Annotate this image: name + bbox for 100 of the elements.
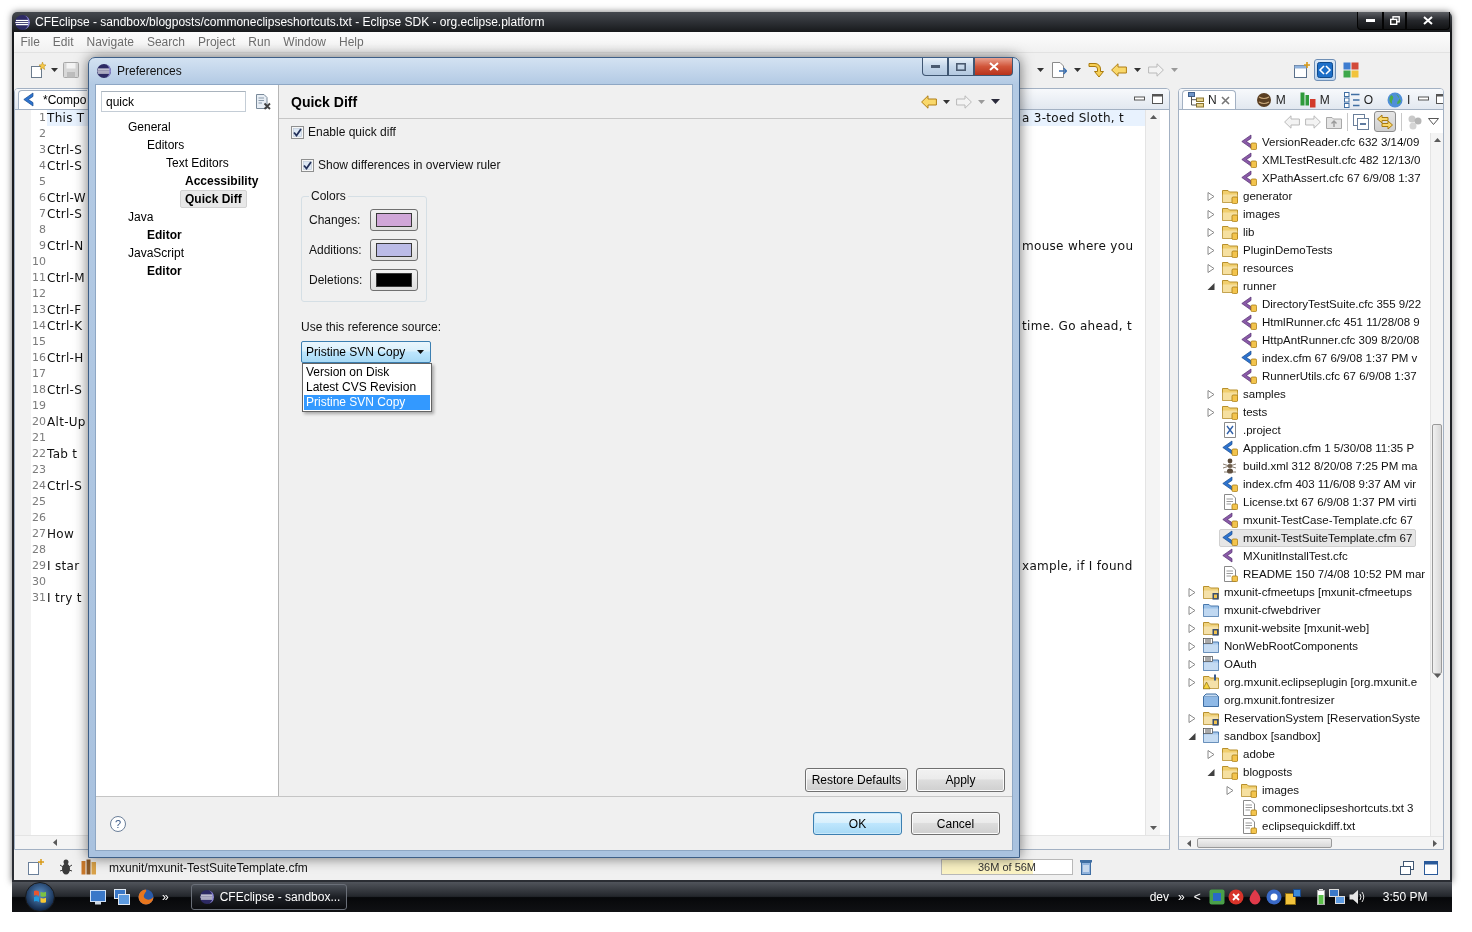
caret-icon[interactable] xyxy=(1134,67,1141,72)
tree-item[interactable]: eclipsequickdiff.txt xyxy=(1238,817,1360,835)
help-button[interactable]: ? xyxy=(110,815,126,832)
view-tab[interactable]: O xyxy=(1337,90,1379,109)
minimize-icon[interactable] xyxy=(1418,94,1430,102)
menu-item[interactable]: Project xyxy=(191,35,242,49)
tree-item[interactable]: resources xyxy=(1219,259,1298,277)
error-circle-icon[interactable] xyxy=(1227,889,1244,905)
toolbar-label[interactable]: dev xyxy=(1149,890,1170,904)
expand-triangle-icon[interactable] xyxy=(1207,767,1215,777)
link-toggle[interactable] xyxy=(1374,111,1396,132)
menu-item[interactable]: Search xyxy=(140,35,192,49)
tree-item[interactable]: Application.cfm 1 5/30/08 11:35 P xyxy=(1219,439,1419,457)
view-tab[interactable]: M xyxy=(1293,90,1336,109)
tree-item[interactable]: Editor xyxy=(142,226,187,244)
tree-item[interactable]: HtmlRunner.cfc 451 11/28/08 9 xyxy=(1238,313,1424,331)
caret-icon[interactable] xyxy=(943,99,950,104)
windows-stack-icon[interactable] xyxy=(114,889,130,905)
scroll-up-icon[interactable] xyxy=(1433,138,1441,142)
page-arrow-icon[interactable] xyxy=(1051,61,1067,78)
dialog-button[interactable]: OK xyxy=(813,812,902,835)
menu-item[interactable]: Edit xyxy=(46,35,81,49)
color-button[interactable] xyxy=(370,239,418,261)
volume-icon[interactable] xyxy=(1348,889,1365,905)
show-hidden-icons[interactable]: < xyxy=(1193,890,1201,904)
close-button[interactable] xyxy=(1406,12,1450,30)
tree-item[interactable]: Editors xyxy=(142,136,190,154)
tree-item[interactable]: JavaScript xyxy=(123,244,190,262)
back-arrow-icon[interactable] xyxy=(1111,62,1127,77)
tree-item[interactable]: org.mxunit.eclipseplugin [org.mxunit.e xyxy=(1200,673,1422,691)
tree-item[interactable]: MXunitInstallTest.cfc xyxy=(1219,547,1352,565)
scroll-down-icon[interactable] xyxy=(1149,826,1157,830)
clear-filter-icon[interactable] xyxy=(255,93,271,110)
view-menu-icon[interactable] xyxy=(1428,118,1439,125)
close-icon[interactable] xyxy=(1220,95,1230,105)
color-button[interactable] xyxy=(370,269,418,291)
tree-item[interactable]: images xyxy=(1238,781,1304,799)
tree-item[interactable]: HttpAntRunner.cfc 309 8/20/08 xyxy=(1238,331,1424,349)
trash-icon[interactable] xyxy=(1080,859,1092,875)
tree-item[interactable]: Java xyxy=(123,208,159,226)
checkbox-label[interactable]: Show differences in overview ruler xyxy=(318,158,501,172)
checkbox[interactable] xyxy=(301,158,314,172)
tree-item[interactable]: ReservationSystem [ReservationSyste xyxy=(1200,709,1425,727)
tree-item[interactable]: VersionReader.cfc 632 3/14/09 xyxy=(1238,133,1424,151)
tree-item[interactable]: General xyxy=(123,118,176,136)
minimize-button[interactable] xyxy=(922,58,948,76)
tree-item[interactable]: index.cfm 403 11/6/08 9:37 AM vir xyxy=(1219,475,1421,493)
dropdown-option[interactable]: Latest CVS Revision xyxy=(304,380,430,395)
caret-icon[interactable] xyxy=(51,67,58,72)
window-icon[interactable] xyxy=(1424,861,1438,875)
collapse-all-icon[interactable] xyxy=(1353,113,1369,130)
vertical-scrollbar[interactable] xyxy=(1430,133,1443,836)
caret-icon[interactable] xyxy=(1074,67,1081,72)
tree-item[interactable]: DirectoryTestSuite.cfc 355 9/22 xyxy=(1238,295,1426,313)
expand-triangle-icon[interactable] xyxy=(1207,281,1215,291)
dialog-button[interactable]: Cancel xyxy=(911,812,1000,835)
restore-icon[interactable] xyxy=(1400,861,1414,875)
minimize-icon[interactable] xyxy=(1134,94,1145,102)
tree-item[interactable]: Accessibility xyxy=(180,172,264,190)
tree-item[interactable]: adobe xyxy=(1219,745,1279,763)
tree-item[interactable]: mxunit-cfmeetups [mxunit-cfmeetups xyxy=(1200,583,1416,601)
reference-source-combo[interactable]: Pristine SVN Copy xyxy=(301,341,431,363)
horizontal-scrollbar[interactable] xyxy=(1179,836,1443,849)
start-orb-icon[interactable] xyxy=(25,882,55,912)
taskbar-button[interactable]: CFEclipse - sandbox... xyxy=(190,884,347,910)
maximize-button[interactable] xyxy=(948,58,974,76)
bug-icon[interactable] xyxy=(60,859,72,875)
menu-item[interactable]: Run xyxy=(241,35,277,49)
tree-item[interactable]: images xyxy=(1219,205,1285,223)
scrollbar-thumb[interactable] xyxy=(1432,424,1442,674)
curved-arrow-icon[interactable] xyxy=(1088,61,1104,78)
tree-item[interactable]: mxunit-TestSuiteTemplate.cfm 67 xyxy=(1219,529,1417,547)
tree-item[interactable]: sandbox [sandbox] xyxy=(1200,727,1325,745)
color-button[interactable] xyxy=(370,209,418,231)
scroll-left-icon[interactable] xyxy=(1187,839,1191,847)
tree-item[interactable]: runner xyxy=(1219,277,1281,295)
menu-item[interactable]: Navigate xyxy=(80,35,141,49)
maximize-button[interactable] xyxy=(1383,12,1406,30)
push-button[interactable]: Apply xyxy=(916,768,1005,792)
tree-item[interactable]: Quick Diff xyxy=(180,190,247,208)
fast-view-icon[interactable] xyxy=(28,859,44,875)
tree-item[interactable]: build.xml 312 8/20/08 7:25 PM ma xyxy=(1219,457,1422,475)
ring-icon[interactable] xyxy=(1265,889,1282,905)
tree-item[interactable]: README 150 7/4/08 10:52 PM mar xyxy=(1219,565,1430,583)
menu-item[interactable]: Window xyxy=(276,35,333,49)
tree-item[interactable]: License.txt 67 6/9/08 1:37 PM virti xyxy=(1219,493,1421,511)
tree-item[interactable]: index.cfm 67 6/9/08 1:37 PM v xyxy=(1238,349,1422,367)
checkbox-label[interactable]: Enable quick diff xyxy=(308,125,396,139)
checkbox[interactable] xyxy=(291,125,304,139)
books-icon[interactable] xyxy=(81,859,97,875)
dots-icon[interactable] xyxy=(1407,113,1423,130)
dropdown-option[interactable]: Version on Disk xyxy=(304,365,430,380)
tree-item[interactable]: mxunit-cfwebdriver xyxy=(1200,601,1325,619)
new-file-icon[interactable] xyxy=(30,61,46,78)
scroll-left-icon[interactable] xyxy=(53,839,57,846)
close-button[interactable] xyxy=(974,58,1013,76)
scroll-up-icon[interactable] xyxy=(1149,115,1157,119)
maximize-icon[interactable] xyxy=(1152,94,1163,104)
minimize-button[interactable] xyxy=(1357,12,1383,30)
back-arrow-icon[interactable] xyxy=(921,94,937,109)
